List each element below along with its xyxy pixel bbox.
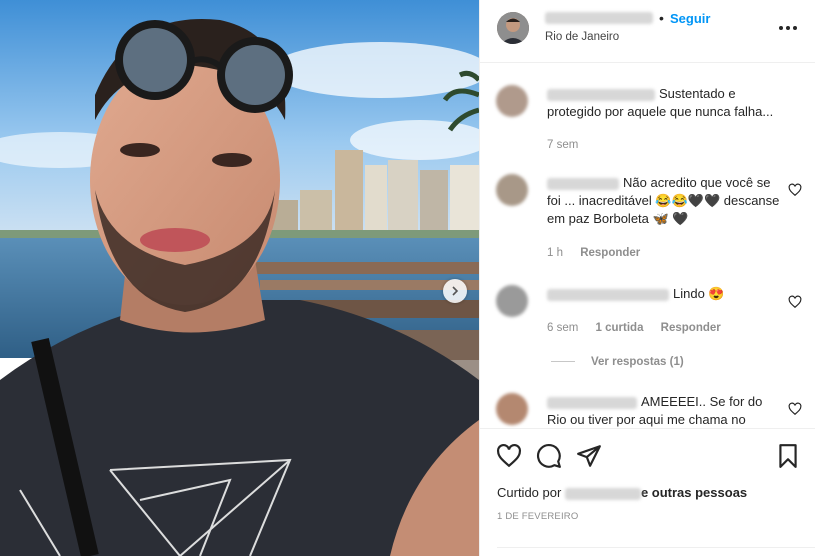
post-date[interactable]: 1 DE FEVEREIRO [497,511,578,522]
post-sidebar: • Seguir Rio de Janeiro Sustentado e pro… [479,0,815,556]
comment-likes-count[interactable]: 1 curtida [596,322,644,334]
commenter-username-redacted[interactable] [547,396,637,409]
reply-button[interactable]: Responder [661,322,721,334]
selfie-image [0,0,479,556]
comment-meta: 1 h Responder [547,247,654,259]
post-header: • Seguir Rio de Janeiro [480,0,815,63]
likes-prefix: Curtido por [497,485,562,500]
follow-button[interactable]: Seguir [670,11,710,26]
avatar-image [497,12,529,44]
bookmark-icon[interactable] [775,443,801,469]
commenter-avatar[interactable] [496,393,528,425]
view-replies-button[interactable]: Ver respostas (1) [551,356,684,368]
post-photo [0,0,479,556]
comment-text: Lindo 😍 [673,286,725,301]
next-photo-button[interactable] [443,279,467,303]
heart-icon[interactable] [496,443,522,469]
commenter-username-redacted[interactable] [547,288,669,301]
comment-heart-icon[interactable] [788,295,802,309]
post-actions: Curtido por e outras pessoas 1 DE FEVERE… [480,428,815,557]
commenter-avatar[interactable] [496,85,528,117]
paper-plane-icon[interactable] [576,443,602,469]
likes-suffix[interactable]: e outras pessoas [641,485,747,500]
comment-time: 1 h [547,247,563,259]
comment-body: Não acredito que você se foi ... inacred… [547,174,783,228]
comment-heart-icon[interactable] [788,402,802,416]
comment-box-divider [497,547,815,548]
more-options-icon[interactable] [776,18,800,38]
comment-meta: 7 sem [547,139,592,151]
separator-dot: • [659,10,664,26]
comment-time: 7 sem [547,139,579,151]
chevron-right-icon [452,286,459,296]
commenter-username-redacted[interactable] [547,88,655,101]
author-avatar[interactable] [497,12,529,44]
comment-meta: 6 sem 1 curtida Responder [547,322,735,334]
commenter-avatar[interactable] [496,285,528,317]
reply-button[interactable]: Responder [580,247,640,259]
author-username-redacted[interactable] [545,12,653,24]
post-location[interactable]: Rio de Janeiro [545,31,619,43]
commenter-avatar[interactable] [496,174,528,206]
comment-body: AMEEEEI.. Se for do Rio ou tiver por aqu… [547,393,783,428]
liker-username-redacted[interactable] [564,487,641,500]
comment-body: Sustentado e protegido por aquele que nu… [547,85,783,121]
comments-list[interactable]: Sustentado e protegido por aquele que nu… [480,63,815,428]
likes-summary[interactable]: Curtido por e outras pessoas [497,485,747,500]
comment-heart-icon[interactable] [788,183,802,197]
comment-icon[interactable] [536,443,562,469]
comment-body: Lindo 😍 [547,285,783,303]
comment-time: 6 sem [547,322,579,334]
commenter-username-redacted[interactable] [547,177,619,190]
